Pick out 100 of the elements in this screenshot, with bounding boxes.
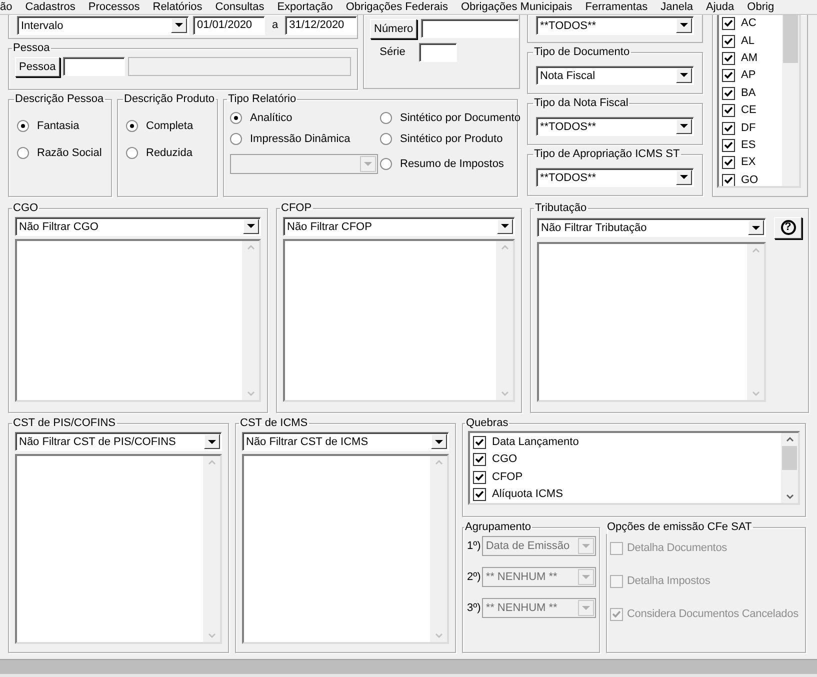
range-separator: a	[271, 19, 280, 32]
group-title: Tipo da Nota Fiscal	[533, 96, 630, 110]
scroll-down-icon[interactable]	[786, 494, 794, 500]
group-title: Tipo de Apropriação ICMS ST	[533, 148, 681, 161]
state-item[interactable]: AM	[719, 50, 782, 68]
group-title: Tributação	[534, 202, 588, 215]
state-item[interactable]: DF	[719, 119, 782, 137]
group-title: Tipo Relatório	[227, 92, 298, 106]
order-label: 2º)	[467, 571, 481, 584]
group-title: CFOP	[280, 202, 313, 215]
serie-label: Série	[378, 46, 406, 58]
group-title: CGO	[12, 202, 40, 215]
checkbox[interactable]	[722, 86, 735, 100]
quebra-item[interactable]: CFOP	[470, 468, 781, 486]
filter-dropdown[interactable]: **TODOS**	[536, 116, 694, 136]
radio-option[interactable]: Analítico	[230, 112, 380, 124]
checkbox[interactable]	[722, 17, 735, 30]
scroll-up-icon[interactable]	[786, 437, 794, 442]
radio-option[interactable]: Completa	[126, 120, 209, 132]
state-item[interactable]: CE	[719, 102, 782, 120]
group-title: Opções de emissão CFe SAT	[606, 521, 753, 534]
start-date-field[interactable]: 01/01/2020	[193, 16, 265, 35]
checkbox[interactable]	[722, 34, 735, 48]
checkbox[interactable]	[722, 156, 735, 170]
group-title: Agrupamento	[464, 521, 532, 534]
filter-dropdown[interactable]: Não Filtrar CGO	[15, 216, 261, 236]
checkbox[interactable]	[473, 488, 486, 502]
radio-button[interactable]	[230, 132, 242, 145]
checkbox[interactable]	[473, 453, 486, 466]
order-label: 1º)	[467, 540, 481, 552]
radio-button[interactable]	[126, 120, 138, 132]
quebra-item[interactable]: CGO	[470, 450, 781, 468]
order-label: 3º)	[467, 602, 481, 614]
menu-item[interactable]: Exportação	[277, 0, 333, 14]
checkbox[interactable]	[473, 470, 486, 484]
menu-item[interactable]: Consultas	[215, 0, 264, 14]
filter-dropdown[interactable]: Não Filtrar CFOP	[283, 216, 515, 236]
state-item[interactable]: AP	[719, 67, 782, 85]
filter-dropdown[interactable]: Não Filtrar CST de PIS/COFINS	[15, 432, 222, 452]
state-item[interactable]: ES	[719, 136, 782, 154]
scrollbar[interactable]	[781, 433, 798, 504]
menu-item[interactable]: Ajuda	[706, 0, 734, 14]
menu-item[interactable]: Obrig	[747, 0, 774, 14]
radio-option[interactable]: Sintético por Produto	[380, 132, 520, 145]
scrollbar[interactable]	[782, 14, 799, 186]
state-item[interactable]: AL	[719, 32, 782, 50]
checkbox[interactable]	[473, 436, 486, 449]
radio-button[interactable]	[380, 158, 392, 170]
radio-button[interactable]	[17, 146, 29, 159]
menu-item[interactable]: ão	[0, 0, 12, 14]
radio-option[interactable]: Impressão Dinâmica	[230, 132, 380, 145]
pessoa-code-field[interactable]	[62, 57, 125, 76]
state-item[interactable]: EX	[719, 154, 782, 172]
checkbox[interactable]	[722, 174, 735, 186]
filter-dropdown[interactable]: **TODOS**	[536, 16, 694, 35]
menu-item[interactable]: Processos	[88, 0, 140, 14]
menu-item[interactable]: Janela	[660, 0, 694, 14]
radio-option[interactable]: Sintético por Documento	[380, 112, 520, 124]
group-title: CST de ICMS	[239, 417, 309, 430]
radio-option[interactable]: Fantasia	[17, 120, 103, 132]
filter-dropdown[interactable]: Não Filtrar Tributação	[537, 218, 766, 238]
filter-dropdown[interactable]: **TODOS**	[536, 168, 694, 187]
quebra-item[interactable]: Data Lançamento	[470, 433, 781, 451]
checkbox[interactable]	[722, 69, 735, 82]
pessoa-button[interactable]: Pessoa	[15, 56, 60, 77]
state-item[interactable]: GO	[719, 172, 782, 186]
group-title: Tipo de Documento	[533, 46, 631, 59]
numero-button[interactable]: Número	[370, 18, 418, 39]
menu-item[interactable]: Obrigações Federais	[346, 0, 448, 14]
radio-button[interactable]	[380, 112, 392, 124]
menu-item[interactable]: Relatórios	[152, 0, 202, 14]
group-title: CST de PIS/COFINS	[12, 417, 116, 430]
radio-button[interactable]	[230, 112, 242, 124]
help-button[interactable]: ?	[774, 216, 802, 239]
state-item[interactable]: AC	[719, 14, 782, 32]
radio-button[interactable]	[126, 146, 138, 159]
radio-option[interactable]: Reduzida	[126, 146, 209, 159]
checkbox[interactable]	[722, 138, 735, 152]
radio-button[interactable]	[380, 132, 392, 145]
filter-dropdown[interactable]: Nota Fiscal	[536, 66, 694, 85]
group-title: Quebras	[465, 417, 510, 430]
menu-item[interactable]: Obrigações Municipais	[460, 0, 572, 14]
group-title: Pessoa	[12, 42, 51, 55]
radio-option[interactable]: Resumo de Impostos	[380, 158, 520, 170]
quebra-item[interactable]: Alíquota ICMS	[470, 486, 781, 504]
checkbox[interactable]	[722, 104, 735, 118]
numero-field[interactable]	[421, 19, 520, 38]
radio-option[interactable]: Razão Social	[17, 146, 103, 159]
group-title: Descrição Produto	[123, 92, 216, 106]
radio-button[interactable]	[17, 120, 29, 132]
menu-item[interactable]: Cadastros	[25, 0, 76, 14]
period-dropdown[interactable]: Intervalo	[17, 16, 189, 35]
checkbox[interactable]	[722, 122, 735, 135]
checkbox[interactable]	[722, 52, 735, 65]
filter-dropdown[interactable]: Não Filtrar CST de ICMS	[242, 432, 449, 452]
end-date-field[interactable]: 31/12/2020	[285, 16, 358, 35]
group-title: Descrição Pessoa	[14, 92, 105, 106]
state-item[interactable]: BA	[719, 84, 782, 102]
serie-field[interactable]	[419, 42, 457, 62]
menu-item[interactable]: Ferramentas	[585, 0, 648, 14]
